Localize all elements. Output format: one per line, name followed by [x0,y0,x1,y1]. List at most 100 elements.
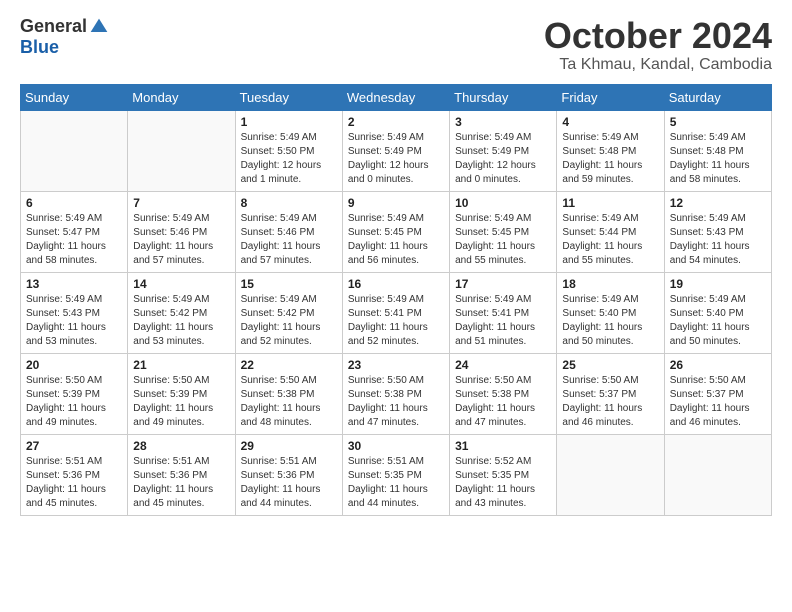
day-info: Sunrise: 5:51 AM Sunset: 5:36 PM Dayligh… [241,455,337,511]
calendar-day-cell [21,110,128,191]
calendar-day-header: Tuesday [235,84,342,110]
day-info: Sunrise: 5:49 AM Sunset: 5:47 PM Dayligh… [26,212,122,268]
day-info: Sunrise: 5:51 AM Sunset: 5:36 PM Dayligh… [26,455,122,511]
day-number: 19 [670,277,766,291]
day-number: 11 [562,196,658,210]
day-info: Sunrise: 5:49 AM Sunset: 5:43 PM Dayligh… [26,293,122,349]
day-info: Sunrise: 5:50 AM Sunset: 5:37 PM Dayligh… [670,374,766,430]
calendar-header-row: SundayMondayTuesdayWednesdayThursdayFrid… [21,84,772,110]
logo: General Blue [20,16,109,58]
calendar-day-cell: 23 Sunrise: 5:50 AM Sunset: 5:38 PM Dayli… [342,353,449,434]
calendar-week-row: 13 Sunrise: 5:49 AM Sunset: 5:43 PM Dayli… [21,272,772,353]
day-info: Sunrise: 5:51 AM Sunset: 5:35 PM Dayligh… [348,455,444,511]
calendar-day-cell: 27 Sunrise: 5:51 AM Sunset: 5:36 PM Dayli… [21,434,128,515]
day-number: 15 [241,277,337,291]
day-info: Sunrise: 5:49 AM Sunset: 5:43 PM Dayligh… [670,212,766,268]
calendar-day-cell: 3 Sunrise: 5:49 AM Sunset: 5:49 PM Daylig… [450,110,557,191]
day-number: 22 [241,358,337,372]
calendar-day-header: Saturday [664,84,771,110]
calendar-day-cell: 19 Sunrise: 5:49 AM Sunset: 5:40 PM Dayli… [664,272,771,353]
day-info: Sunrise: 5:50 AM Sunset: 5:39 PM Dayligh… [133,374,229,430]
day-info: Sunrise: 5:49 AM Sunset: 5:48 PM Dayligh… [670,131,766,187]
calendar-day-cell [557,434,664,515]
calendar-day-header: Friday [557,84,664,110]
day-info: Sunrise: 5:49 AM Sunset: 5:41 PM Dayligh… [455,293,551,349]
day-number: 7 [133,196,229,210]
calendar-day-cell: 13 Sunrise: 5:49 AM Sunset: 5:43 PM Dayli… [21,272,128,353]
day-info: Sunrise: 5:49 AM Sunset: 5:48 PM Dayligh… [562,131,658,187]
day-number: 17 [455,277,551,291]
day-number: 18 [562,277,658,291]
day-info: Sunrise: 5:49 AM Sunset: 5:46 PM Dayligh… [133,212,229,268]
day-number: 13 [26,277,122,291]
day-number: 28 [133,439,229,453]
day-info: Sunrise: 5:49 AM Sunset: 5:42 PM Dayligh… [241,293,337,349]
calendar-day-cell: 5 Sunrise: 5:49 AM Sunset: 5:48 PM Daylig… [664,110,771,191]
calendar-day-cell: 7 Sunrise: 5:49 AM Sunset: 5:46 PM Daylig… [128,191,235,272]
calendar-day-cell: 15 Sunrise: 5:49 AM Sunset: 5:42 PM Dayli… [235,272,342,353]
calendar-day-cell: 11Sunrise: 5:49 AM Sunset: 5:44 PM Dayli… [557,191,664,272]
calendar-day-header: Thursday [450,84,557,110]
day-number: 27 [26,439,122,453]
day-info: Sunrise: 5:49 AM Sunset: 5:45 PM Dayligh… [455,212,551,268]
calendar-day-cell: 30 Sunrise: 5:51 AM Sunset: 5:35 PM Dayli… [342,434,449,515]
calendar-day-cell: 4Sunrise: 5:49 AM Sunset: 5:48 PM Daylig… [557,110,664,191]
day-number: 8 [241,196,337,210]
calendar-table: SundayMondayTuesdayWednesdayThursdayFrid… [20,84,772,516]
title-area: October 2024 Ta Khmau, Kandal, Cambodia [544,16,772,74]
logo-icon [89,17,109,37]
calendar-day-cell: 9 Sunrise: 5:49 AM Sunset: 5:45 PM Daylig… [342,191,449,272]
calendar-day-cell: 29 Sunrise: 5:51 AM Sunset: 5:36 PM Dayli… [235,434,342,515]
calendar-day-cell: 14 Sunrise: 5:49 AM Sunset: 5:42 PM Dayli… [128,272,235,353]
calendar-day-header: Sunday [21,84,128,110]
calendar-week-row: 20 Sunrise: 5:50 AM Sunset: 5:39 PM Dayli… [21,353,772,434]
calendar-day-cell: 26 Sunrise: 5:50 AM Sunset: 5:37 PM Dayli… [664,353,771,434]
calendar-day-cell: 18Sunrise: 5:49 AM Sunset: 5:40 PM Dayli… [557,272,664,353]
calendar-day-cell: 16Sunrise: 5:49 AM Sunset: 5:41 PM Dayli… [342,272,449,353]
calendar-day-cell: 1 Sunrise: 5:49 AM Sunset: 5:50 PM Daylig… [235,110,342,191]
calendar-day-cell: 17 Sunrise: 5:49 AM Sunset: 5:41 PM Dayli… [450,272,557,353]
calendar-day-cell: 24Sunrise: 5:50 AM Sunset: 5:38 PM Dayli… [450,353,557,434]
day-number: 14 [133,277,229,291]
calendar-day-cell: 25 Sunrise: 5:50 AM Sunset: 5:37 PM Dayli… [557,353,664,434]
day-number: 1 [241,115,337,129]
day-number: 5 [670,115,766,129]
day-info: Sunrise: 5:49 AM Sunset: 5:45 PM Dayligh… [348,212,444,268]
day-number: 30 [348,439,444,453]
day-number: 10 [455,196,551,210]
day-number: 29 [241,439,337,453]
day-number: 26 [670,358,766,372]
day-info: Sunrise: 5:50 AM Sunset: 5:38 PM Dayligh… [348,374,444,430]
calendar-week-row: 6 Sunrise: 5:49 AM Sunset: 5:47 PM Daylig… [21,191,772,272]
day-info: Sunrise: 5:49 AM Sunset: 5:49 PM Dayligh… [455,131,551,187]
calendar-day-cell: 20Sunrise: 5:50 AM Sunset: 5:39 PM Dayli… [21,353,128,434]
calendar-week-row: 1 Sunrise: 5:49 AM Sunset: 5:50 PM Daylig… [21,110,772,191]
day-number: 31 [455,439,551,453]
logo-general-text: General [20,16,87,37]
day-number: 3 [455,115,551,129]
calendar-day-cell: 2 Sunrise: 5:49 AM Sunset: 5:49 PM Daylig… [342,110,449,191]
day-number: 9 [348,196,444,210]
calendar-day-cell: 10 Sunrise: 5:49 AM Sunset: 5:45 PM Dayli… [450,191,557,272]
day-info: Sunrise: 5:49 AM Sunset: 5:42 PM Dayligh… [133,293,229,349]
day-number: 6 [26,196,122,210]
day-info: Sunrise: 5:50 AM Sunset: 5:37 PM Dayligh… [562,374,658,430]
day-info: Sunrise: 5:49 AM Sunset: 5:49 PM Dayligh… [348,131,444,187]
day-info: Sunrise: 5:49 AM Sunset: 5:40 PM Dayligh… [670,293,766,349]
day-number: 2 [348,115,444,129]
calendar-day-header: Monday [128,84,235,110]
calendar-day-cell: 21Sunrise: 5:50 AM Sunset: 5:39 PM Dayli… [128,353,235,434]
day-number: 25 [562,358,658,372]
calendar-day-cell: 22Sunrise: 5:50 AM Sunset: 5:38 PM Dayli… [235,353,342,434]
day-info: Sunrise: 5:49 AM Sunset: 5:50 PM Dayligh… [241,131,337,187]
calendar-day-cell: 8 Sunrise: 5:49 AM Sunset: 5:46 PM Daylig… [235,191,342,272]
page-title: October 2024 [544,16,772,56]
calendar-week-row: 27 Sunrise: 5:51 AM Sunset: 5:36 PM Dayli… [21,434,772,515]
calendar-day-cell: 6 Sunrise: 5:49 AM Sunset: 5:47 PM Daylig… [21,191,128,272]
calendar-day-cell: 28Sunrise: 5:51 AM Sunset: 5:36 PM Dayli… [128,434,235,515]
day-number: 20 [26,358,122,372]
page-subtitle: Ta Khmau, Kandal, Cambodia [544,56,772,74]
day-info: Sunrise: 5:49 AM Sunset: 5:46 PM Dayligh… [241,212,337,268]
day-number: 23 [348,358,444,372]
calendar-day-cell: 12Sunrise: 5:49 AM Sunset: 5:43 PM Dayli… [664,191,771,272]
